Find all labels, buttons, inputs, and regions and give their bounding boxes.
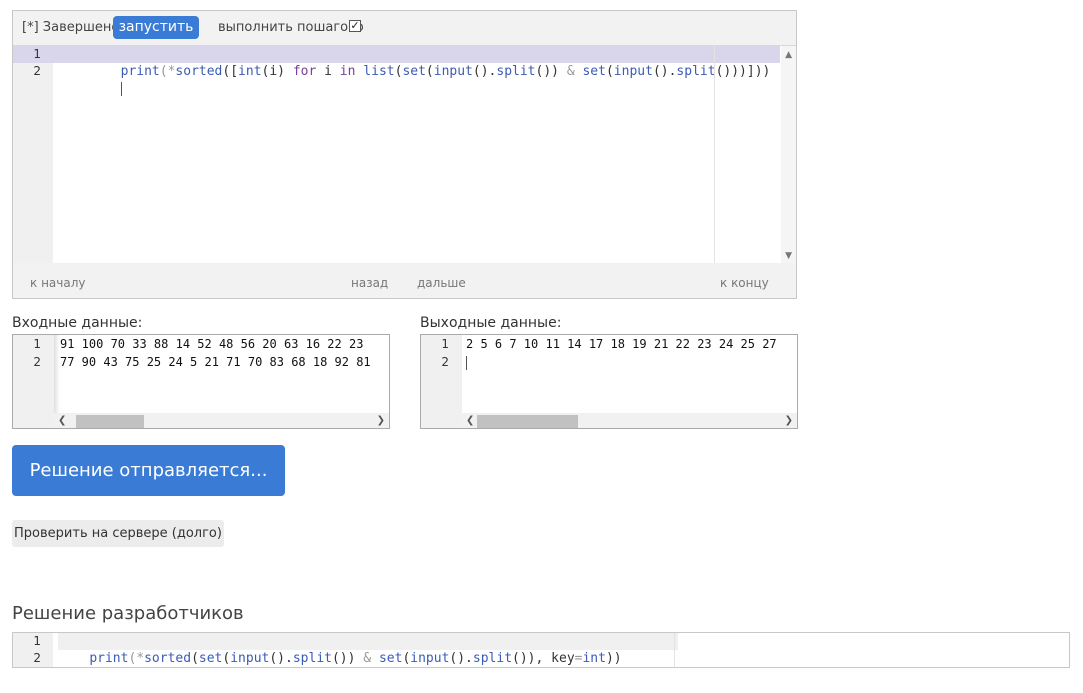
print-margin <box>714 46 715 263</box>
code-token: set <box>378 651 403 666</box>
code-editor[interactable]: 1 2 print(*sorted([int(i) for i in list(… <box>13 45 796 263</box>
code-token: & <box>355 651 379 666</box>
input-line-2: 77 90 43 75 25 24 5 21 71 70 83 68 18 92… <box>60 355 371 369</box>
line-number: 2 <box>441 355 449 369</box>
code-token: ()), <box>512 651 544 666</box>
code-token: (* <box>128 651 145 666</box>
code-token: set <box>198 651 223 666</box>
code-line-1: print(*sorted([int(i) for i in list(set(… <box>53 46 780 79</box>
line-number: 1 <box>33 634 41 648</box>
code-token: print <box>89 651 129 666</box>
scroll-up-arrow-icon[interactable]: ▲ <box>785 50 792 60</box>
code-line-2 <box>53 63 780 96</box>
dev-code-line-1: print(*sorted(set(input().split()) & set… <box>58 633 678 666</box>
line-number-gutter: 1 2 <box>13 633 53 667</box>
input-editor[interactable]: 1 2 91 100 70 33 88 14 52 48 56 20 63 16… <box>12 334 390 429</box>
scroll-thumb[interactable] <box>477 415 578 428</box>
nav-to-end[interactable]: к концу <box>720 276 769 290</box>
code-token: int <box>582 651 606 666</box>
output-label: Выходные данные: <box>420 315 562 331</box>
output-horizontal-scrollbar[interactable]: ❮ ❯ <box>462 413 797 428</box>
editor-toolbar: [*] Завершено запустить выполнить пошаго… <box>13 11 796 45</box>
output-editor[interactable]: 1 2 2 5 6 7 10 11 14 17 18 19 21 22 23 2… <box>420 334 798 429</box>
developer-solution-editor: 1 2 print(*sorted(set(input().split()) &… <box>12 632 1070 668</box>
code-editor-panel: [*] Завершено запустить выполнить пошаго… <box>12 10 797 299</box>
input-horizontal-scrollbar[interactable]: ❮ ❯ <box>54 413 389 428</box>
vertical-scrollbar[interactable]: ▲ ▼ <box>781 46 796 263</box>
code-token: sorted <box>144 651 192 666</box>
nav-to-start[interactable]: к началу <box>30 276 85 290</box>
input-line-1: 91 100 70 33 88 14 52 48 56 20 63 16 22 … <box>60 337 364 351</box>
run-button[interactable]: запустить <box>113 16 199 39</box>
print-margin <box>674 633 675 667</box>
output-line-2 <box>466 353 467 371</box>
code-token: ( <box>191 651 199 666</box>
line-number: 2 <box>33 355 41 369</box>
code-token: (). <box>269 651 293 666</box>
code-token: input <box>410 651 450 666</box>
nav-forward[interactable]: дальше <box>417 276 466 290</box>
nav-back[interactable]: назад <box>351 276 388 290</box>
scroll-left-arrow-icon[interactable]: ❮ <box>58 413 66 428</box>
output-gutter: 1 2 <box>421 335 462 428</box>
step-mode-checkbox[interactable]: ✓ <box>349 20 361 32</box>
line-number: 1 <box>13 46 53 63</box>
scroll-left-arrow-icon[interactable]: ❮ <box>466 413 474 428</box>
developer-solution-title: Решение разработчиков <box>12 603 244 624</box>
line-number: 2 <box>33 651 41 665</box>
input-label: Входные данные: <box>12 315 143 331</box>
code-content[interactable]: print(*sorted([int(i) for i in list(set(… <box>53 46 780 263</box>
code-token: )) <box>605 651 622 666</box>
text-cursor <box>120 81 122 96</box>
line-number: 1 <box>33 337 41 351</box>
code-token: input <box>230 651 270 666</box>
output-line-1: 2 5 6 7 10 11 14 17 18 19 21 22 23 24 25… <box>466 337 777 351</box>
scroll-right-arrow-icon[interactable]: ❯ <box>785 413 793 428</box>
code-token: (). <box>449 651 473 666</box>
step-navigation: к началу назад дальше к концу <box>13 263 796 298</box>
line-number: 1 <box>441 337 449 351</box>
scroll-down-arrow-icon[interactable]: ▼ <box>785 251 792 261</box>
input-gutter: 1 2 <box>13 335 54 428</box>
run-status: [*] Завершено <box>22 20 120 35</box>
scroll-right-arrow-icon[interactable]: ❯ <box>377 413 385 428</box>
line-number: 2 <box>33 64 41 78</box>
check-on-server-button[interactable]: Проверить на сервере (долго) <box>12 520 224 547</box>
code-token: split <box>472 651 513 666</box>
line-number-gutter: 1 2 <box>13 46 53 263</box>
scroll-thumb[interactable] <box>76 415 144 428</box>
text-cursor <box>466 355 467 370</box>
code-token: key <box>543 651 575 666</box>
code-token: split <box>292 651 332 666</box>
submit-solution-button[interactable]: Решение отправляется... <box>12 445 285 496</box>
code-token: ()) <box>331 651 356 666</box>
step-mode-label: выполнить пошагово <box>218 20 364 35</box>
